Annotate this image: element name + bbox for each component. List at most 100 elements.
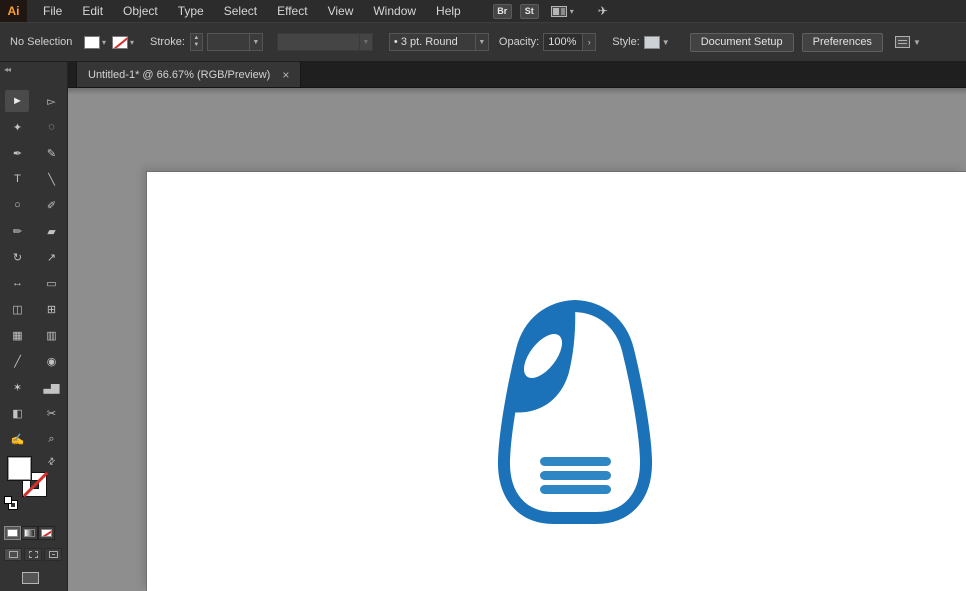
eyedropper-tool[interactable]: ╱ [5,350,29,372]
style-dropdown[interactable]: ▼ [643,35,670,49]
pen-tool[interactable]: ✒ [5,142,29,164]
close-icon[interactable]: × [282,69,289,81]
menu-item-type[interactable]: Type [168,0,214,22]
opacity-value: 100% [548,36,577,48]
document-tab-bar: Untitled-1* @ 66.67% (RGB/Preview) × [68,62,966,88]
menu-item-object[interactable]: Object [113,0,168,22]
workspace-switcher[interactable]: ▾ [550,5,574,17]
rotate-tool[interactable]: ↻ [5,246,29,268]
blend-tool[interactable]: ◉ [39,350,63,372]
color-button[interactable] [4,526,21,540]
stroke-color-swatch[interactable] [112,35,129,49]
none-icon [41,529,52,537]
hand-tool[interactable]: ✍ [5,428,29,450]
brush-definition-dropdown[interactable]: • 3 pt. Round ▼ [388,33,489,51]
line-segment-tool[interactable]: ╲ [39,168,63,190]
stroke-color-control[interactable]: ▾ [112,35,135,49]
screen-mode-button[interactable] [22,572,39,584]
draw-behind-icon [28,551,38,558]
canvas-pasteboard[interactable] [68,88,966,591]
direct-selection-tool[interactable]: ▻ [39,90,63,112]
stroke-weight-label[interactable]: Stroke: [150,36,185,48]
menu-item-help[interactable]: Help [426,0,471,22]
none-slash-icon [113,36,128,48]
chevron-right-icon: › [587,37,591,47]
fill-stroke-widget: ⇄ [0,455,67,514]
stroke-weight-dropdown[interactable]: ▼ [206,33,263,51]
mesh-tool[interactable]: ▦ [5,324,29,346]
fill-indicator[interactable] [7,456,32,481]
label-bar [540,485,611,494]
paintbrush-tool[interactable]: ✐ [39,194,63,216]
solid-color-icon [7,529,18,537]
free-transform-tool[interactable]: ▭ [39,272,63,294]
style-label[interactable]: Style: [612,36,640,48]
gradient-tool[interactable]: ▥ [39,324,63,346]
opacity-flyout-button[interactable]: › [583,33,597,51]
menu-item-effect[interactable]: Effect [267,0,317,22]
chevron-down-icon: ▾ [130,37,135,47]
selection-status: No Selection [10,36,73,48]
menu-item-file[interactable]: File [33,0,72,22]
ellipse-tool[interactable]: ○ [5,194,29,216]
stock-button[interactable]: St [519,3,539,19]
menu-item-select[interactable]: Select [214,0,267,22]
share-icon[interactable]: ✈ [598,4,608,18]
stepper-up-icon: ▲ [193,35,200,41]
menu-item-edit[interactable]: Edit [72,0,113,22]
tool-grid: ► ▻ ✦ ◌ ✒ ✎ T ╲ ○ ✐ ✏ ▰ ↻ ↗ ↔ ▭ ◫ ⊞ ▦ ▥ ╱ ◉ ✶ ▃▆ ◧ ✂ ✍ ⌕ [0,90,67,450]
bottle-logo-artwork[interactable] [496,300,654,524]
draw-behind-button[interactable] [24,548,42,561]
slice-tool[interactable]: ✂ [39,402,63,424]
shape-builder-tool[interactable]: ◫ [5,298,29,320]
artboard[interactable] [146,171,966,591]
document-tab[interactable]: Untitled-1* @ 66.67% (RGB/Preview) × [76,62,302,87]
selection-tool[interactable]: ► [5,90,29,112]
curvature-tool[interactable]: ✎ [39,142,63,164]
options-icon [894,36,910,48]
scale-tool[interactable]: ↗ [39,246,63,268]
drawing-mode-row [4,548,67,561]
gradient-button[interactable] [21,526,38,540]
chevron-down-icon: ▼ [248,34,262,50]
draw-normal-icon [8,551,18,558]
width-profile-dropdown: ▼ [276,33,373,51]
opacity-input[interactable]: 100% [543,33,584,51]
zoom-tool[interactable]: ⌕ [39,428,63,450]
artboard-tool[interactable]: ◧ [5,402,29,424]
label-bar [540,471,611,480]
draw-inside-button[interactable] [44,548,62,561]
control-more-options[interactable]: ▼ [894,36,921,48]
fill-color-control[interactable]: ▾ [84,35,106,49]
menu-items: File Edit Object Type Select Effect View Window… [33,0,471,22]
symbol-sprayer-tool[interactable]: ✶ [5,376,29,398]
perspective-grid-tool[interactable]: ⊞ [39,298,63,320]
menu-item-view[interactable]: View [318,0,364,22]
stroke-weight-stepper[interactable]: ▲ ▼ [189,33,203,51]
default-fill-stroke-icon[interactable] [4,496,12,504]
width-tool[interactable]: ↔ [5,272,29,294]
preferences-button[interactable]: Preferences [801,32,883,52]
stepper-down-icon: ▼ [193,42,200,48]
label-bar [540,457,611,466]
eraser-tool[interactable]: ▰ [39,220,63,242]
illustrator-logo: Ai [0,0,27,22]
type-tool[interactable]: T [5,168,29,190]
fill-color-swatch[interactable] [84,35,100,49]
column-graph-tool[interactable]: ▃▆ [39,376,63,398]
menu-item-window[interactable]: Window [363,0,426,22]
chevron-down-icon: ▼ [661,37,670,47]
workspace-layout-icon [550,5,567,17]
pencil-tool[interactable]: ✏ [5,220,29,242]
opacity-label[interactable]: Opacity: [499,36,539,48]
bridge-button[interactable]: Br [492,3,512,19]
lasso-tool[interactable]: ◌ [39,116,63,138]
swap-fill-stroke-icon[interactable]: ⇄ [45,455,58,468]
draw-normal-button[interactable] [4,548,22,561]
menu-bar: Ai File Edit Object Type Select Effect View Win… [0,0,966,22]
none-button[interactable] [38,526,55,540]
document-setup-button[interactable]: Document Setup [689,32,794,52]
panel-collapse-button[interactable]: ◂◂ [0,62,67,78]
gradient-icon [24,529,35,537]
magic-wand-tool[interactable]: ✦ [5,116,29,138]
